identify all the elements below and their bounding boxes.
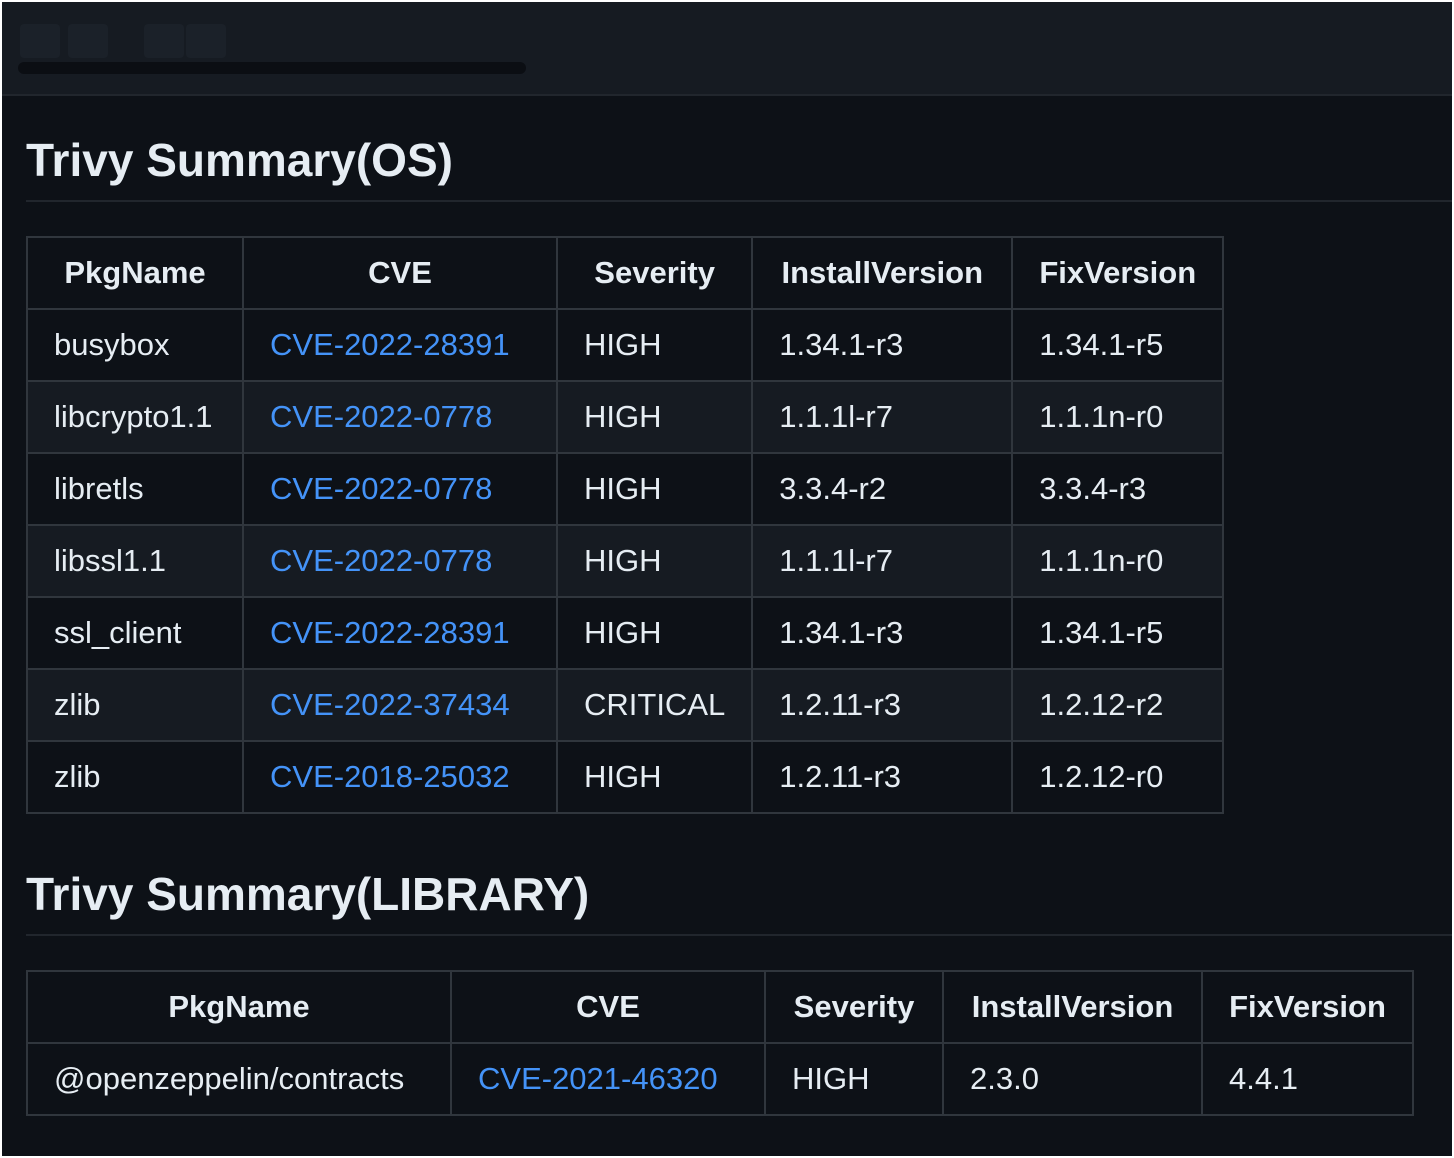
header-severity: Severity	[764, 970, 944, 1044]
redacted-block	[20, 24, 60, 58]
header-fixversion: FixVersion	[1201, 970, 1414, 1044]
cve-link[interactable]: CVE-2022-28391	[270, 615, 510, 650]
cell-severity: HIGH	[555, 740, 754, 814]
cve-link[interactable]: CVE-2022-28391	[270, 327, 510, 362]
redacted-line	[18, 62, 526, 74]
cell-cve: CVE-2018-25032	[242, 740, 558, 814]
cell-pkgname: libssl1.1	[26, 524, 244, 598]
section-title-os: Trivy Summary(OS)	[26, 96, 1452, 202]
cell-cve: CVE-2022-37434	[242, 668, 558, 742]
table-row: ssl_client CVE-2022-28391 HIGH 1.34.1-r3…	[26, 596, 1225, 670]
page-frame: Trivy Summary(OS) PkgName CVE Severity I…	[2, 2, 1452, 1156]
cell-severity: HIGH	[555, 308, 754, 382]
section-title-library: Trivy Summary(LIBRARY)	[26, 846, 1452, 936]
cell-fixversion: 1.34.1-r5	[1011, 308, 1225, 382]
cell-fixversion: 4.4.1	[1201, 1042, 1414, 1116]
cell-pkgname: busybox	[26, 308, 244, 382]
header-pkgname: PkgName	[26, 970, 452, 1044]
table-row: libssl1.1 CVE-2022-0778 HIGH 1.1.1l-r7 1…	[26, 524, 1225, 598]
cell-pkgname: @openzeppelin/contracts	[26, 1042, 452, 1116]
header-installversion: InstallVersion	[942, 970, 1203, 1044]
table-row: libcrypto1.1 CVE-2022-0778 HIGH 1.1.1l-r…	[26, 380, 1225, 454]
section-os: Trivy Summary(OS) PkgName CVE Severity I…	[26, 96, 1452, 814]
cell-installversion: 2.3.0	[942, 1042, 1203, 1116]
cell-installversion: 1.2.11-r3	[751, 668, 1014, 742]
cell-severity: HIGH	[555, 596, 754, 670]
table-row: zlib CVE-2018-25032 HIGH 1.2.11-r3 1.2.1…	[26, 740, 1225, 814]
header-cve: CVE	[450, 970, 766, 1044]
cve-link[interactable]: CVE-2022-0778	[270, 399, 492, 434]
cell-cve: CVE-2022-28391	[242, 596, 558, 670]
cell-pkgname: zlib	[26, 668, 244, 742]
table-row: libretls CVE-2022-0778 HIGH 3.3.4-r2 3.3…	[26, 452, 1225, 526]
cell-severity: HIGH	[764, 1042, 944, 1116]
cve-link[interactable]: CVE-2018-25032	[270, 759, 510, 794]
cell-severity: HIGH	[555, 380, 754, 454]
header-pkgname: PkgName	[26, 236, 244, 310]
redacted-block	[68, 24, 108, 58]
cell-installversion: 1.2.11-r3	[751, 740, 1014, 814]
cell-fixversion: 1.2.12-r2	[1011, 668, 1225, 742]
cell-pkgname: zlib	[26, 740, 244, 814]
cell-pkgname: libretls	[26, 452, 244, 526]
cve-link[interactable]: CVE-2022-37434	[270, 687, 510, 722]
cve-link[interactable]: CVE-2022-0778	[270, 543, 492, 578]
header-severity: Severity	[555, 236, 754, 310]
cell-installversion: 1.34.1-r3	[751, 308, 1014, 382]
cell-pkgname: libcrypto1.1	[26, 380, 244, 454]
header-cve: CVE	[242, 236, 558, 310]
redacted-block	[144, 24, 184, 58]
cell-cve: CVE-2021-46320	[450, 1042, 766, 1116]
redacted-block	[186, 24, 226, 58]
cell-severity: CRITICAL	[555, 668, 754, 742]
table-row: @openzeppelin/contracts CVE-2021-46320 H…	[26, 1042, 1414, 1116]
table-header-row: PkgName CVE Severity InstallVersion FixV…	[26, 236, 1225, 310]
top-bar-redacted	[2, 2, 1452, 96]
section-library: Trivy Summary(LIBRARY) PkgName CVE Sever…	[26, 846, 1452, 1116]
header-installversion: InstallVersion	[751, 236, 1014, 310]
cell-installversion: 1.34.1-r3	[751, 596, 1014, 670]
cve-link[interactable]: CVE-2021-46320	[478, 1061, 718, 1096]
header-fixversion: FixVersion	[1011, 236, 1225, 310]
cell-installversion: 1.1.1l-r7	[751, 524, 1014, 598]
os-vulnerability-table: PkgName CVE Severity InstallVersion FixV…	[26, 236, 1225, 814]
table-header-row: PkgName CVE Severity InstallVersion FixV…	[26, 970, 1414, 1044]
cell-severity: HIGH	[555, 524, 754, 598]
markdown-content: Trivy Summary(OS) PkgName CVE Severity I…	[26, 96, 1452, 1116]
cell-cve: CVE-2022-28391	[242, 308, 558, 382]
cell-severity: HIGH	[555, 452, 754, 526]
cell-installversion: 1.1.1l-r7	[751, 380, 1014, 454]
cell-fixversion: 1.34.1-r5	[1011, 596, 1225, 670]
table-row: busybox CVE-2022-28391 HIGH 1.34.1-r3 1.…	[26, 308, 1225, 382]
cve-link[interactable]: CVE-2022-0778	[270, 471, 492, 506]
cell-installversion: 3.3.4-r2	[751, 452, 1014, 526]
cell-pkgname: ssl_client	[26, 596, 244, 670]
cell-fixversion: 1.1.1n-r0	[1011, 380, 1225, 454]
cell-cve: CVE-2022-0778	[242, 524, 558, 598]
cell-fixversion: 3.3.4-r3	[1011, 452, 1225, 526]
library-vulnerability-table: PkgName CVE Severity InstallVersion FixV…	[26, 970, 1414, 1116]
cell-fixversion: 1.2.12-r0	[1011, 740, 1225, 814]
cell-fixversion: 1.1.1n-r0	[1011, 524, 1225, 598]
cell-cve: CVE-2022-0778	[242, 452, 558, 526]
table-row: zlib CVE-2022-37434 CRITICAL 1.2.11-r3 1…	[26, 668, 1225, 742]
cell-cve: CVE-2022-0778	[242, 380, 558, 454]
